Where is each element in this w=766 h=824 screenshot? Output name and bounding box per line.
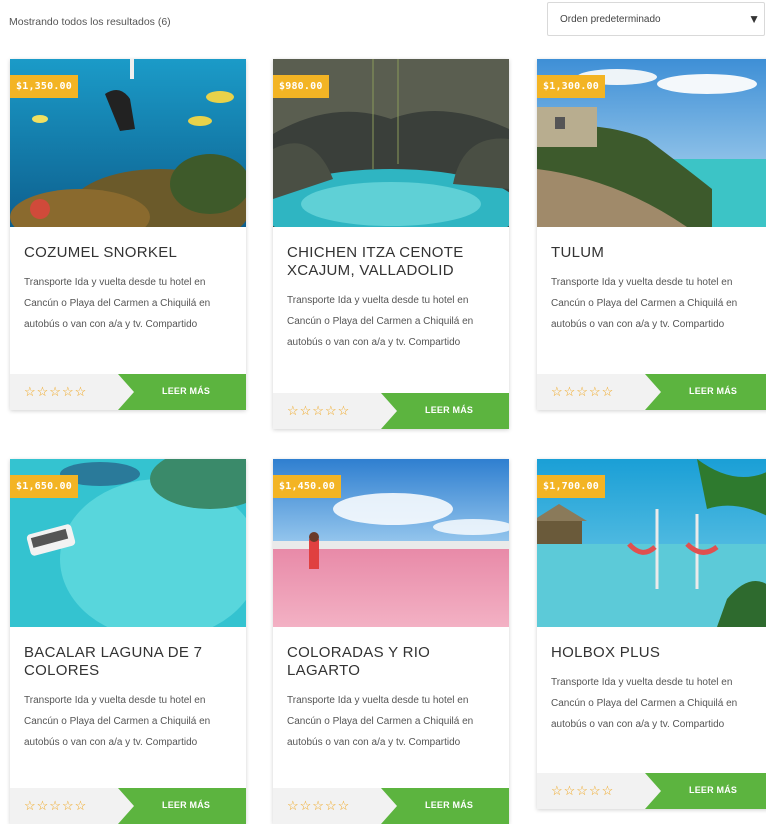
tour-title[interactable]: CHICHEN ITZA CENOTE XCAJUM, VALLADOLID bbox=[273, 244, 509, 280]
sort-select[interactable]: Orden predeterminado ▼ bbox=[547, 2, 765, 36]
tour-image[interactable]: $1,450.00 bbox=[273, 459, 509, 627]
star-rating-icon: ☆☆☆☆☆ bbox=[551, 783, 615, 798]
card-footer: ☆☆☆☆☆ LEER MÁS bbox=[537, 773, 766, 809]
price-badge: $1,650.00 bbox=[10, 475, 78, 498]
tour-image[interactable]: $1,700.00 bbox=[537, 459, 766, 627]
tour-title[interactable]: COLORADAS Y RIO LAGARTO bbox=[273, 644, 509, 680]
tour-card-holbox[interactable]: $1,700.00 HOLBOX PLUS Transporte Ida y v… bbox=[537, 459, 766, 809]
tour-card-tulum[interactable]: $1,300.00 TULUM Transporte Ida y vuelta … bbox=[537, 59, 766, 410]
read-more-label: LEER MÁS bbox=[425, 800, 474, 810]
tour-description: Transporte Ida y vuelta desde tu hotel e… bbox=[287, 295, 474, 348]
price-badge: $1,350.00 bbox=[10, 75, 78, 98]
tour-description: Transporte Ida y vuelta desde tu hotel e… bbox=[551, 277, 738, 330]
tour-title[interactable]: HOLBOX PLUS bbox=[537, 644, 766, 662]
card-footer: ☆☆☆☆☆ LEER MÁS bbox=[10, 374, 246, 410]
result-count: Mostrando todos los resultados (6) bbox=[9, 16, 171, 28]
read-more-button[interactable]: LEER MÁS bbox=[645, 374, 766, 410]
price-badge: $980.00 bbox=[273, 75, 329, 98]
price-badge: $1,450.00 bbox=[273, 475, 341, 498]
price-badge: $1,300.00 bbox=[537, 75, 605, 98]
star-rating-icon: ☆☆☆☆☆ bbox=[551, 384, 615, 399]
star-rating-icon: ☆☆☆☆☆ bbox=[24, 798, 88, 813]
read-more-button[interactable]: LEER MÁS bbox=[645, 773, 766, 809]
star-rating-icon: ☆☆☆☆☆ bbox=[24, 384, 88, 399]
tour-image[interactable]: $980.00 bbox=[273, 59, 509, 227]
tour-card-bacalar[interactable]: $1,650.00 BACALAR LAGUNA DE 7 COLORES Tr… bbox=[10, 459, 246, 824]
tour-title[interactable]: COZUMEL SNORKEL bbox=[10, 244, 246, 262]
tour-description: Transporte Ida y vuelta desde tu hotel e… bbox=[287, 695, 474, 748]
tour-description: Transporte Ida y vuelta desde tu hotel e… bbox=[24, 695, 211, 748]
read-more-button[interactable]: LEER MÁS bbox=[381, 393, 509, 429]
tour-card-chichen-itza[interactable]: $980.00 CHICHEN ITZA CENOTE XCAJUM, VALL… bbox=[273, 59, 509, 429]
tour-title[interactable]: BACALAR LAGUNA DE 7 COLORES bbox=[10, 644, 246, 680]
tour-image[interactable]: $1,650.00 bbox=[10, 459, 246, 627]
read-more-button[interactable]: LEER MÁS bbox=[118, 374, 246, 410]
read-more-button[interactable]: LEER MÁS bbox=[381, 788, 509, 824]
caret-down-icon: ▼ bbox=[748, 12, 760, 26]
read-more-label: LEER MÁS bbox=[689, 386, 738, 396]
read-more-label: LEER MÁS bbox=[162, 800, 211, 810]
card-footer: ☆☆☆☆☆ LEER MÁS bbox=[273, 788, 509, 824]
tour-title[interactable]: TULUM bbox=[537, 244, 766, 262]
read-more-button[interactable]: LEER MÁS bbox=[118, 788, 246, 824]
read-more-label: LEER MÁS bbox=[162, 386, 211, 396]
star-rating-icon: ☆☆☆☆☆ bbox=[287, 403, 351, 418]
card-footer: ☆☆☆☆☆ LEER MÁS bbox=[273, 393, 509, 429]
shop-toolbar: Mostrando todos los resultados (6) Orden… bbox=[0, 0, 766, 44]
read-more-label: LEER MÁS bbox=[689, 785, 738, 795]
sort-selected-value: Orden predeterminado bbox=[560, 14, 661, 25]
tour-description: Transporte Ida y vuelta desde tu hotel e… bbox=[551, 677, 738, 730]
tour-card-coloradas[interactable]: $1,450.00 COLORADAS Y RIO LAGARTO Transp… bbox=[273, 459, 509, 824]
star-rating-icon: ☆☆☆☆☆ bbox=[287, 798, 351, 813]
read-more-label: LEER MÁS bbox=[425, 405, 474, 415]
tour-card-cozumel[interactable]: $1,350.00 COZUMEL SNORKEL Transporte Ida… bbox=[10, 59, 246, 410]
card-footer: ☆☆☆☆☆ LEER MÁS bbox=[10, 788, 246, 824]
tour-image[interactable]: $1,350.00 bbox=[10, 59, 246, 227]
tour-description: Transporte Ida y vuelta desde tu hotel e… bbox=[24, 277, 211, 330]
tour-image[interactable]: $1,300.00 bbox=[537, 59, 766, 227]
card-footer: ☆☆☆☆☆ LEER MÁS bbox=[537, 374, 766, 410]
price-badge: $1,700.00 bbox=[537, 475, 605, 498]
